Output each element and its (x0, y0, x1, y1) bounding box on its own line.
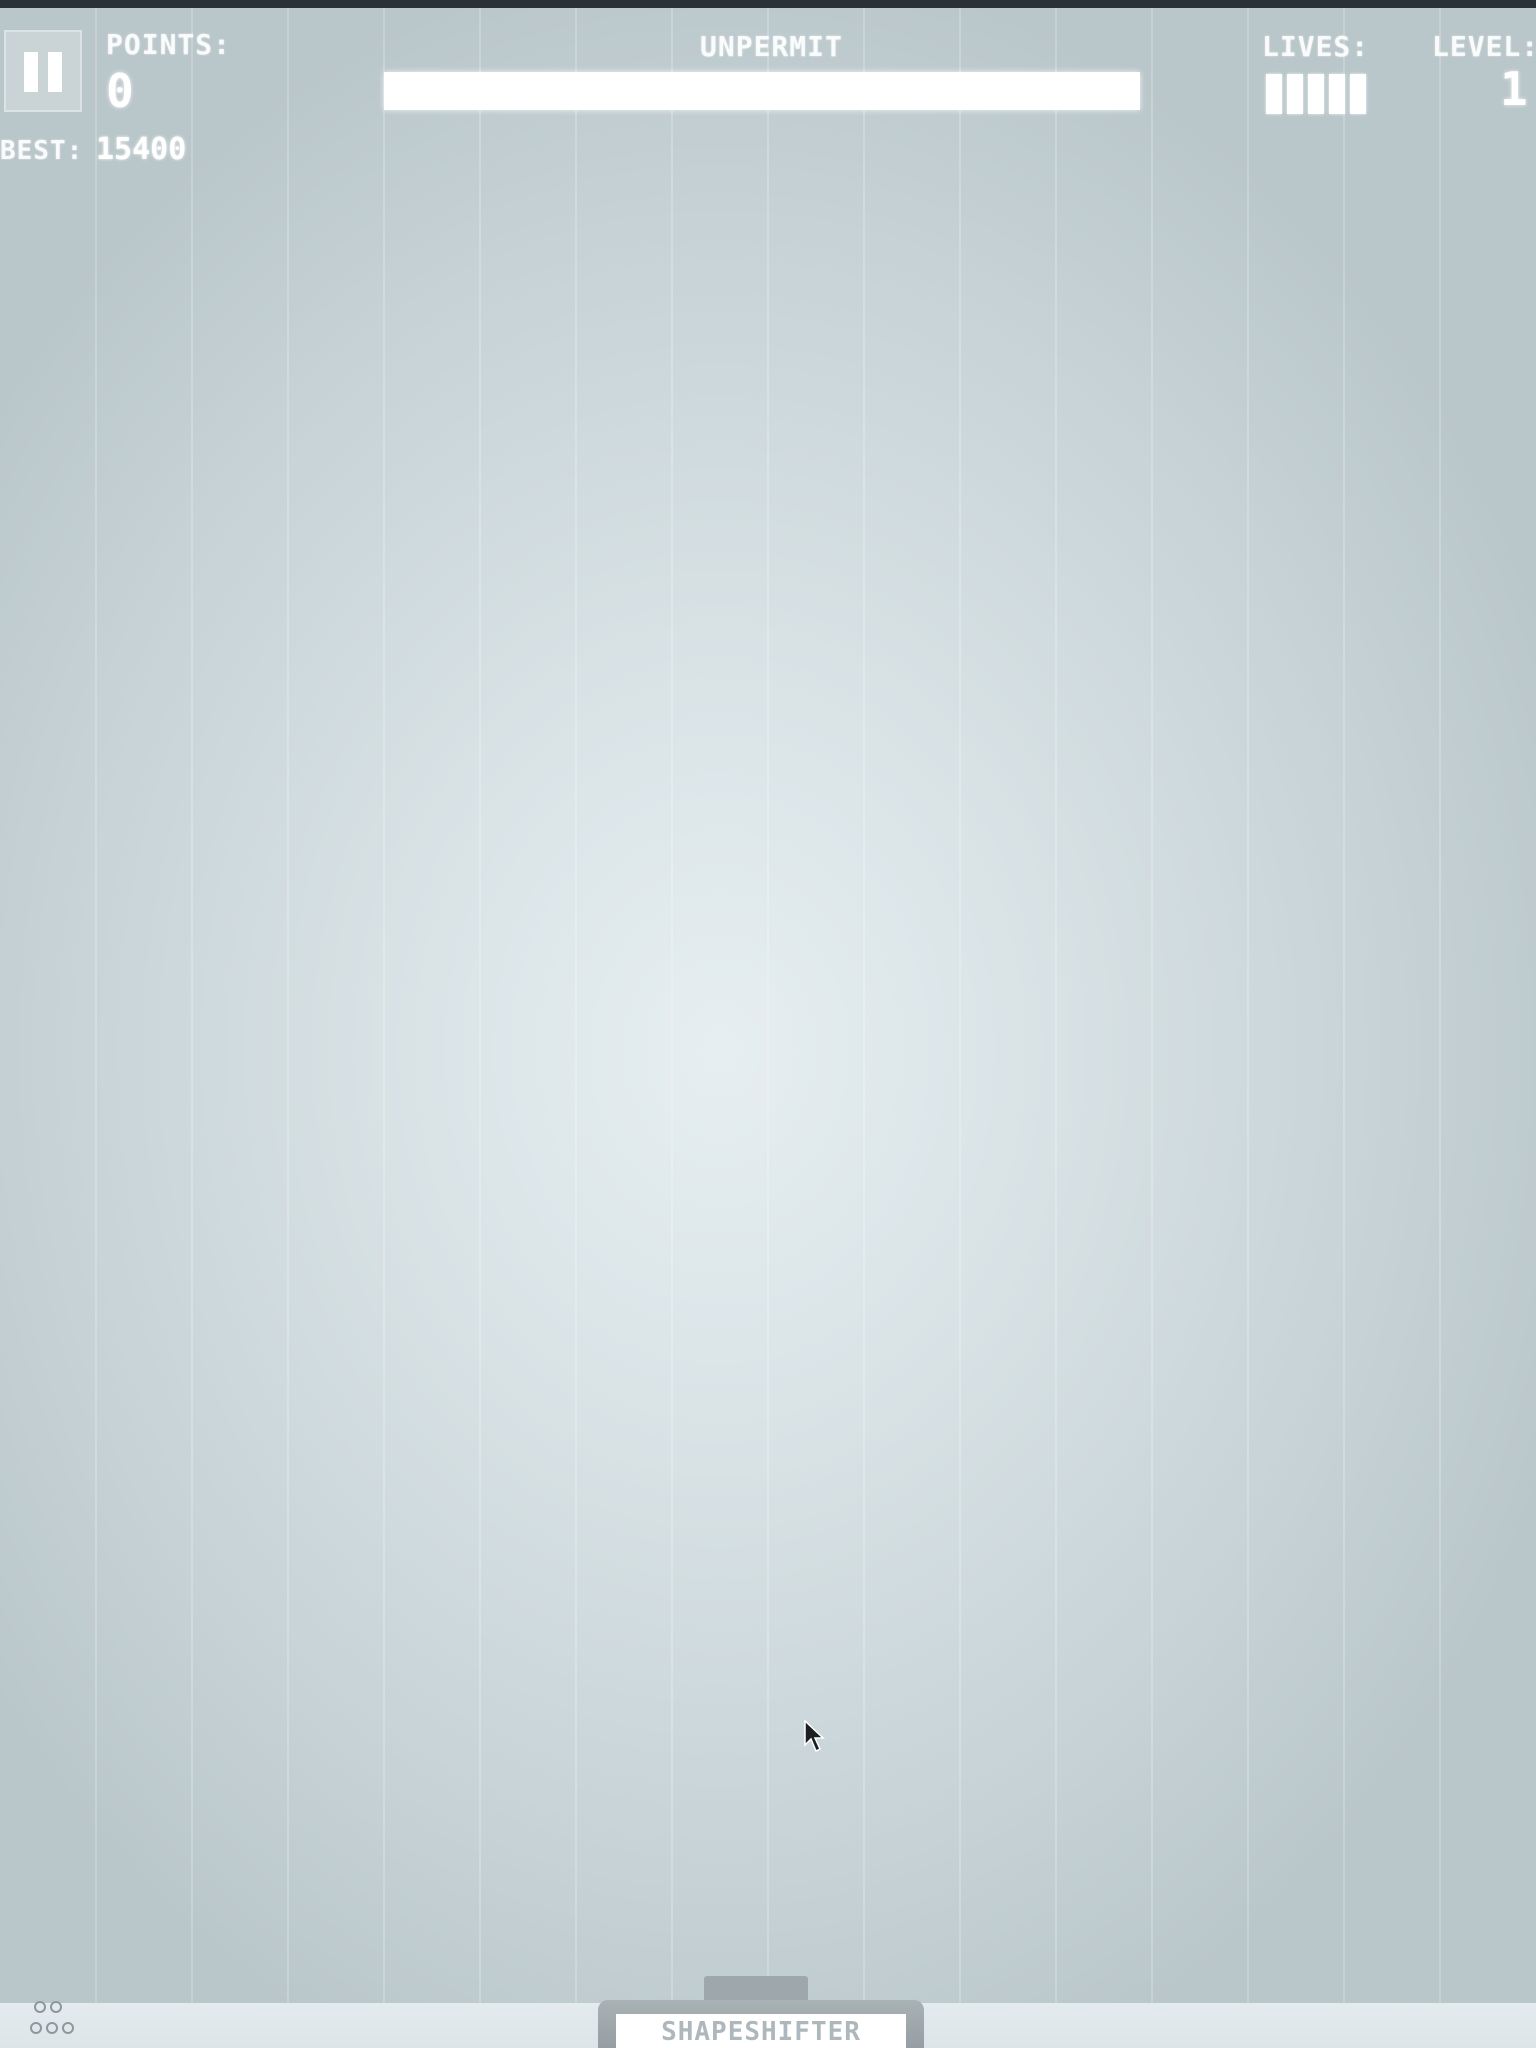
mouse-cursor-icon (804, 1720, 825, 1753)
points-label: POINTS: (106, 28, 232, 61)
players-icon[interactable] (30, 1998, 100, 2044)
progress-bar (384, 72, 1140, 110)
life-bar (1308, 74, 1324, 114)
launcher-label: SHAPESHIFTER (616, 2014, 906, 2048)
level-label: LEVEL: (1432, 30, 1536, 63)
level-value: 1 (1500, 62, 1528, 116)
pause-button[interactable] (4, 30, 82, 112)
progress-title: UNPERMIT (700, 30, 843, 63)
game-stage[interactable]: POINTS: 0 BEST: 15400 UNPERMIT LIVES: LE… (0, 0, 1536, 2048)
launcher-cannon (704, 1976, 808, 2002)
best-score-label: BEST: (0, 136, 84, 166)
life-bar (1329, 74, 1345, 114)
background-grid (95, 8, 1441, 2003)
top-edge (0, 0, 1536, 8)
lives-label: LIVES: (1262, 30, 1370, 63)
points-value: 0 (106, 64, 134, 118)
life-bar (1266, 74, 1282, 114)
life-bar (1350, 74, 1366, 114)
lives-indicator (1266, 74, 1370, 114)
best-score-value: 15400 (96, 132, 187, 167)
progress-fill (384, 72, 1140, 110)
life-bar (1287, 74, 1303, 114)
pause-icon (24, 52, 38, 92)
